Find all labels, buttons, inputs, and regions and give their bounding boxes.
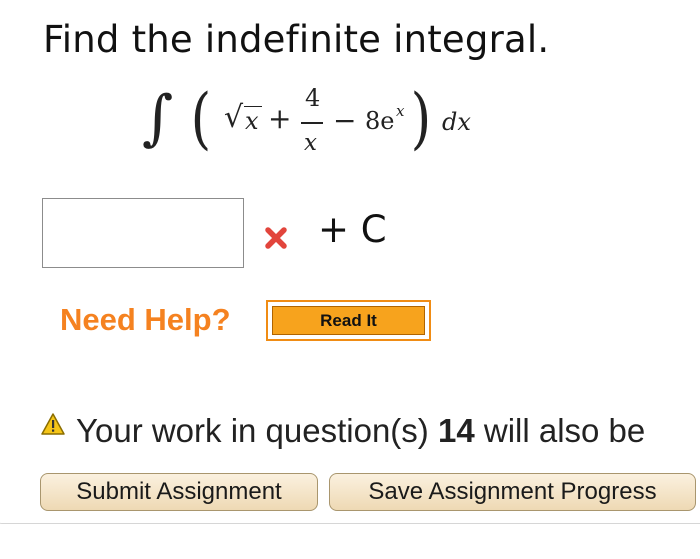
work-notice: Your work in question(s) 14 will also be — [40, 412, 645, 450]
submit-assignment-button[interactable]: Submit Assignment — [40, 473, 318, 511]
plus-operator: + — [268, 102, 292, 135]
question-prompt: Find the indefinite integral. — [43, 18, 550, 61]
fraction-bar — [301, 122, 323, 124]
warning-triangle-icon — [41, 413, 65, 435]
plus-c-constant: + C — [318, 208, 387, 251]
open-paren: ( — [190, 80, 212, 157]
fraction-numerator: 4 — [305, 84, 321, 112]
exponent: x — [396, 102, 405, 120]
sqrt-variable: x — [245, 107, 259, 135]
read-it-button[interactable]: Read It — [266, 300, 431, 341]
differential: dx — [442, 108, 471, 136]
integral-expression: ∫ ( √ x + 4 x − 8e x ) dx — [140, 82, 500, 182]
read-it-label: Read It — [272, 306, 425, 335]
incorrect-x-icon — [265, 227, 287, 249]
fraction-denominator: x — [304, 130, 317, 156]
answer-input[interactable] — [42, 198, 244, 268]
save-progress-button[interactable]: Save Assignment Progress — [329, 473, 696, 511]
integral-sign: ∫ — [142, 83, 174, 153]
notice-prefix: Your work in question(s) — [76, 412, 429, 449]
notice-question-number: 14 — [437, 412, 475, 449]
close-paren: ) — [410, 80, 432, 157]
need-help-label: Need Help? — [60, 302, 231, 337]
exponential-term: 8e — [365, 107, 395, 135]
sqrt-sign: √ — [224, 100, 244, 135]
minus-operator: − — [333, 104, 357, 137]
notice-suffix: will also be — [483, 412, 646, 449]
